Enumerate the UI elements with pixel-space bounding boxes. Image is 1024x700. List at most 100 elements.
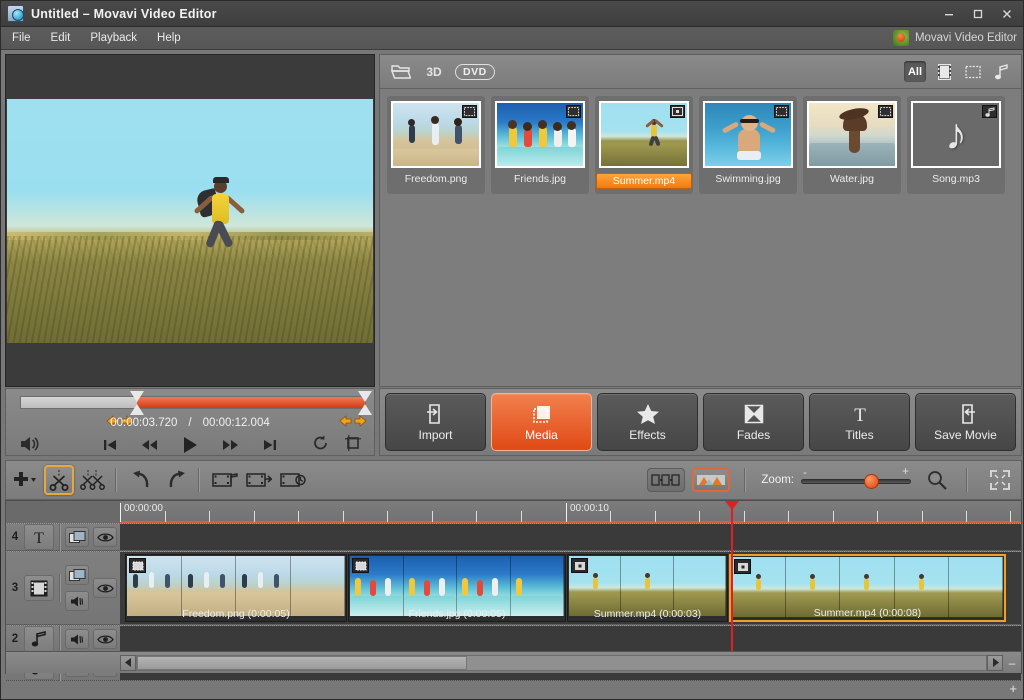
media-item-label: Song.mp3: [932, 173, 980, 185]
menu-edit[interactable]: Edit: [42, 29, 80, 47]
minimize-button[interactable]: [934, 4, 963, 24]
track-4-visibility-toggle[interactable]: [93, 527, 117, 547]
track-height-increase-button[interactable]: +: [1009, 681, 1017, 696]
media-toolbar: 3D DVD All: [380, 55, 1021, 89]
rotate-left-button[interactable]: [310, 433, 332, 453]
media-item[interactable]: Water.jpg: [802, 95, 902, 195]
zoom-slider[interactable]: - +: [801, 464, 911, 492]
seek-handle-start[interactable]: [130, 391, 144, 415]
add-media-button[interactable]: [10, 465, 40, 495]
mode-media[interactable]: Media: [491, 393, 592, 451]
track-2-mute-toggle[interactable]: [65, 629, 89, 649]
media-item[interactable]: Freedom.png: [386, 95, 486, 195]
timeline-ruler[interactable]: 00:00:00 00:00:10: [120, 501, 1021, 523]
cut-button[interactable]: [44, 465, 74, 495]
audio-track-icon: [24, 626, 54, 652]
clip-frames: [350, 556, 564, 616]
track-3-transition-toggle[interactable]: [65, 565, 89, 585]
filter-audio[interactable]: [991, 61, 1013, 82]
clip-frames: [569, 556, 726, 616]
media-item[interactable]: Summer.mp4: [594, 95, 694, 195]
zoom-fit-button[interactable]: [922, 465, 952, 495]
redo-button[interactable]: [161, 465, 191, 495]
zoom-minus-label: -: [803, 465, 807, 479]
mode-import[interactable]: Import: [385, 393, 486, 451]
trim-end-arrows[interactable]: [339, 415, 367, 427]
next-clip-button[interactable]: [259, 435, 281, 455]
scroll-left-button[interactable]: [120, 654, 136, 671]
filter-video[interactable]: [933, 61, 955, 82]
menu-help[interactable]: Help: [148, 29, 190, 47]
menu-playback[interactable]: Playback: [81, 29, 146, 47]
timeline-toolbar-right: Zoom: - +: [647, 464, 1015, 495]
media-item-label: Summer.mp4: [596, 173, 692, 189]
timeline-clip[interactable]: Friends.jpg (0:00:05): [348, 554, 566, 622]
3d-button[interactable]: 3D: [422, 61, 446, 83]
maximize-button[interactable]: [963, 4, 992, 24]
mode-fades[interactable]: Fades: [703, 393, 804, 451]
mode-save-movie[interactable]: Save Movie: [915, 393, 1016, 451]
fullscreen-button[interactable]: [985, 465, 1015, 495]
duration-button[interactable]: [278, 465, 308, 495]
play-button[interactable]: [179, 435, 201, 455]
timeline-view-button[interactable]: [692, 468, 731, 492]
track-2-body[interactable]: [120, 626, 1021, 652]
scroll-track[interactable]: [136, 654, 987, 671]
seek-bar[interactable]: [20, 391, 372, 415]
movavi-video-editor-window: Untitled – Movavi Video Editor File Edit…: [0, 0, 1024, 700]
track-4-header: 4 T: [6, 523, 120, 551]
menu-file[interactable]: File: [3, 29, 40, 47]
zoom-slider-handle[interactable]: [864, 474, 879, 489]
clip-properties-button[interactable]: [244, 465, 274, 495]
track-number: 3: [11, 582, 19, 594]
track-4-transition-toggle[interactable]: [65, 527, 89, 547]
track-3-visibility-toggle[interactable]: [93, 578, 117, 598]
timeline-clip[interactable]: Summer.mp4 (0:00:08): [729, 554, 1006, 622]
media-item[interactable]: ♪ Song.mp3: [906, 95, 1006, 195]
split-all-button[interactable]: [78, 465, 108, 495]
audio-properties-button[interactable]: [210, 465, 240, 495]
mode-label: Save Movie: [934, 427, 997, 442]
dvd-button[interactable]: DVD: [455, 63, 495, 80]
prev-clip-button[interactable]: [99, 435, 121, 455]
preview-panel: [5, 54, 375, 387]
trim-end-right-icon[interactable]: [354, 415, 367, 427]
mode-effects[interactable]: Effects: [597, 393, 698, 451]
close-button[interactable]: [992, 4, 1021, 24]
scroll-right-button[interactable]: [987, 654, 1003, 671]
storyboard-view-button[interactable]: [647, 468, 686, 492]
media-thumbnail: [599, 101, 689, 168]
media-thumbnail: [391, 101, 481, 168]
open-folder-icon[interactable]: [389, 61, 413, 83]
trim-end-left-icon[interactable]: [339, 415, 352, 427]
seek-handle-end[interactable]: [358, 391, 372, 415]
undo-button[interactable]: [127, 465, 157, 495]
track-2-visibility-toggle[interactable]: [93, 629, 117, 649]
brand-logo: Movavi Video Editor: [892, 30, 1017, 46]
crop-button[interactable]: [342, 433, 364, 453]
media-item[interactable]: Swimming.jpg: [698, 95, 798, 195]
track-3: Freedom.png (0:00:05) Friends.jpg (0:00:…: [6, 551, 1021, 625]
movavi-logo-icon: [892, 30, 909, 46]
mode-titles[interactable]: T Titles: [809, 393, 910, 451]
rewind-button[interactable]: [139, 435, 161, 455]
track-3-body[interactable]: Freedom.png (0:00:05) Friends.jpg (0:00:…: [120, 552, 1021, 624]
timeline-clip[interactable]: Freedom.png (0:00:05): [125, 554, 347, 622]
track-4-body[interactable]: [120, 524, 1021, 550]
track-3-mute-toggle[interactable]: [65, 591, 89, 611]
filter-image[interactable]: [962, 61, 984, 82]
track-height-decrease-button[interactable]: –: [1003, 656, 1021, 670]
playhead[interactable]: [725, 501, 739, 651]
fast-forward-button[interactable]: [219, 435, 241, 455]
timecode-separator: /: [188, 417, 192, 429]
filter-all[interactable]: All: [904, 61, 926, 82]
scroll-thumb[interactable]: [137, 655, 467, 670]
media-item[interactable]: Friends.jpg: [490, 95, 590, 195]
timeline-clip[interactable]: Summer.mp4 (0:00:03): [567, 554, 728, 622]
preview-subject: [192, 172, 252, 260]
video-preview[interactable]: [7, 99, 373, 343]
media-item-label: Water.jpg: [830, 173, 874, 185]
movavi-app-icon: [7, 5, 24, 22]
media-type-badge-image: [774, 105, 789, 118]
ruler-label: 00:00:10: [570, 503, 609, 514]
